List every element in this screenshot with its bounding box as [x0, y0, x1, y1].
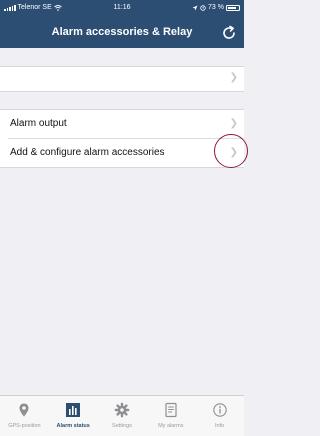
chevron-right-icon: ❯ — [229, 118, 238, 129]
tab-info[interactable]: Info — [195, 396, 244, 436]
tab-label: GPS-position — [8, 423, 41, 429]
tab-label: Settings — [112, 423, 132, 429]
tab-settings[interactable]: Settings — [98, 396, 147, 436]
location-pin-icon — [19, 403, 29, 417]
battery-percent: 73 % — [208, 4, 224, 11]
location-arrow-icon — [192, 5, 198, 10]
bar-chart-icon — [66, 403, 81, 417]
list-item-add-configure-accessories[interactable]: Add & configure alarm accessories ❯ — [8, 138, 244, 167]
list-icon — [165, 402, 177, 418]
settings-group-1: ❯ — [0, 66, 244, 92]
list-item-label: Alarm output — [10, 118, 67, 129]
alarm-clock-icon — [200, 4, 206, 11]
tab-my-alarms[interactable]: My alarms — [146, 396, 195, 436]
list-item-alarm-output[interactable]: Alarm output ❯ — [0, 110, 244, 138]
status-right: 73 % — [192, 4, 240, 11]
tab-gps-position[interactable]: GPS-position — [0, 396, 49, 436]
status-bar: Telenor SE 11:16 73 % — [0, 0, 244, 18]
tab-alarm-status[interactable]: Alarm status — [49, 396, 98, 436]
tab-label: Info — [214, 423, 225, 429]
list-item[interactable]: ❯ — [0, 67, 244, 95]
info-icon — [212, 403, 227, 417]
tab-bar: GPS-position Alarm status Settings My al… — [0, 395, 244, 436]
gear-icon — [114, 402, 130, 418]
tab-label: Alarm status — [56, 423, 90, 429]
settings-group-2: Alarm output ❯ Add & configure alarm acc… — [0, 109, 244, 168]
list-item-label: Add & configure alarm accessories — [10, 147, 165, 158]
chevron-right-icon: ❯ — [229, 72, 238, 83]
battery-icon — [226, 4, 240, 11]
refresh-icon[interactable] — [220, 24, 238, 42]
tab-label: My alarms — [158, 423, 184, 429]
highlight-circle-annotation — [214, 134, 248, 168]
nav-bar: Alarm accessories & Relay — [0, 18, 244, 48]
page-title: Alarm accessories & Relay — [51, 26, 193, 38]
